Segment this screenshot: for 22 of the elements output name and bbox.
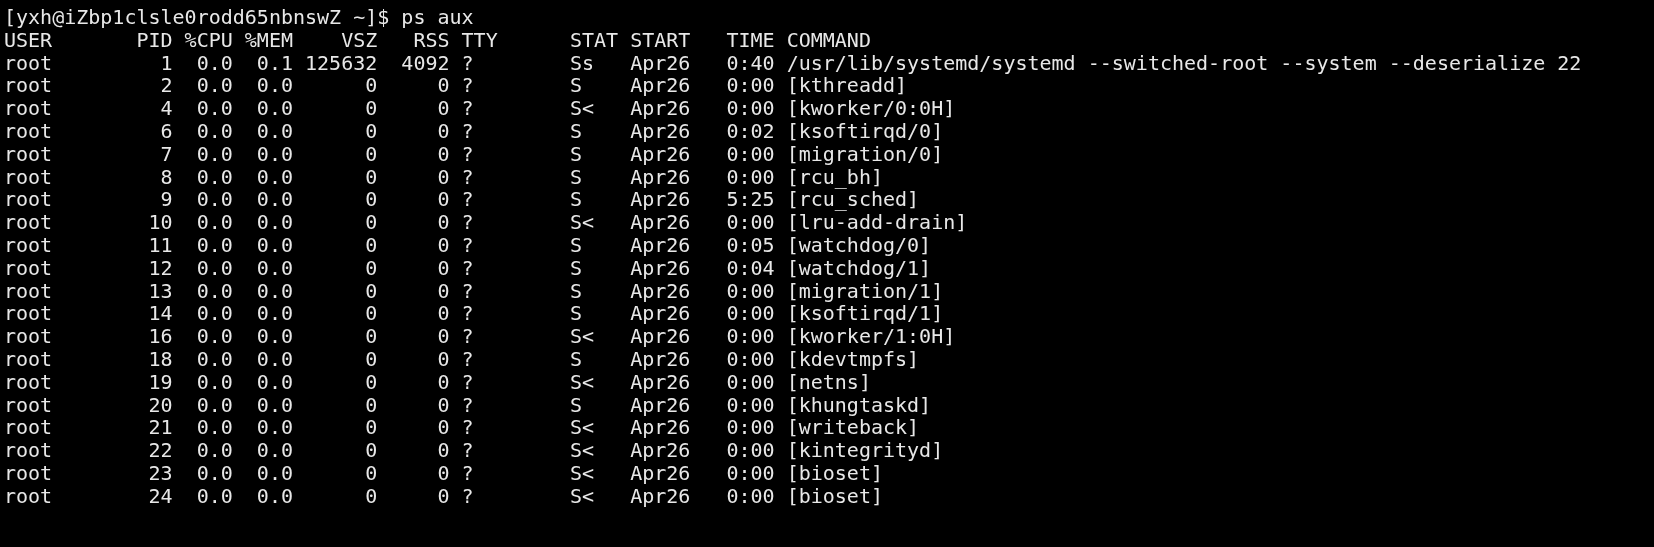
process-line: root 4 0.0 0.0 0 0 ? S< Apr26 0:00 [kworker/0:0H] [4, 97, 956, 120]
process-line: root 14 0.0 0.0 0 0 ? S Apr26 0:00 [ksoftirqd/1] [4, 302, 944, 326]
process-line: root 16 0.0 0.0 0 0 ? S< Apr26 0:00 [kworker/1:0H] [4, 325, 956, 348]
process-line: root 21 0.0 0.0 0 0 ? S< Apr26 0:00 [writeback] [4, 416, 920, 440]
process-line: root 22 0.0 0.0 0 0 ? S< Apr26 0:00 [kintegrityd] [4, 439, 944, 462]
process-line: root 11 0.0 0.0 0 0 ? S Apr26 0:05 [watchdog/0] [4, 233, 932, 257]
process-line: root 20 0.0 0.0 0 0 ? S Apr26 0:00 [khungtaskd] [4, 393, 932, 417]
process-line: root 7 0.0 0.0 0 0 ? S Apr26 0:00 [migration/0] [4, 142, 944, 166]
process-line: root 13 0.0 0.0 0 0 ? S Apr26 0:00 [migration/1] [4, 279, 944, 303]
process-line: root 9 0.0 0.0 0 0 ? S Apr26 5:25 [rcu_sched] [4, 188, 920, 212]
process-line: root 1 0.0 0.1 125632 4092 ? Ss Apr26 0:40 /usr/lib/systemd/systemd --switched-root --system --deserialize 22 [4, 51, 1582, 75]
process-line: root 10 0.0 0.0 0 0 ? S< Apr26 0:00 [lru-add-drain] [4, 211, 968, 234]
process-line: root 6 0.0 0.0 0 0 ? S Apr26 0:02 [ksoftirqd/0] [4, 120, 944, 143]
process-line: root 23 0.0 0.0 0 0 ? S< Apr26 0:00 [bioset] [4, 461, 883, 485]
process-line: root 2 0.0 0.0 0 0 ? S Apr26 0:00 [kthreadd] [4, 74, 908, 98]
command-prompt: [yxh@iZbp1clsle0rodd65nbnswZ ~]$ ps aux [4, 6, 474, 29]
process-line: root 8 0.0 0.0 0 0 ? S Apr26 0:00 [rcu_bh] [4, 165, 883, 189]
process-line: root 12 0.0 0.0 0 0 ? S Apr26 0:04 [watchdog/1] [4, 256, 932, 280]
process-line: root 19 0.0 0.0 0 0 ? S< Apr26 0:00 [netns] [4, 370, 871, 394]
column-header-line: USER PID %CPU %MEM VSZ RSS TTY STAT START TIME COMMAND [4, 28, 871, 52]
process-line: root 18 0.0 0.0 0 0 ? S Apr26 0:00 [kdevtmpfs] [4, 347, 920, 371]
process-line: root 24 0.0 0.0 0 0 ? S< Apr26 0:00 [bioset] [4, 484, 883, 508]
